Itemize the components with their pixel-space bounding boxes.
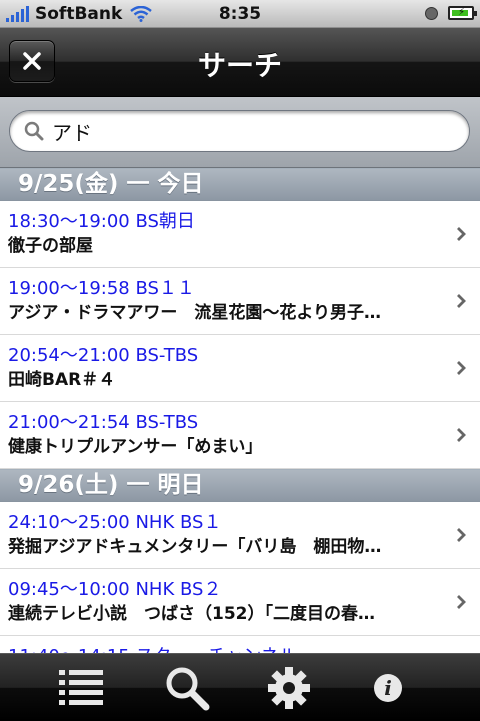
tab-bar: i — [0, 653, 480, 721]
program-time-channel: 19:00〜19:58 BS１１ — [8, 278, 195, 299]
navigation-bar: サーチ — [0, 28, 480, 97]
search-icon — [166, 667, 210, 710]
section-header-tomorrow: 9/26(土) 一 明日 — [0, 469, 480, 502]
battery-icon: ⚡ — [448, 6, 477, 20]
program-title: 健康トリプルアンサー「めまい」 — [8, 437, 263, 457]
chevron-right-icon — [457, 294, 466, 308]
list-item[interactable]: 21:00〜21:54 BS-TBS 健康トリプルアンサー「めまい」 — [0, 402, 480, 469]
list-item[interactable]: 19:00〜19:58 BS１１ アジア・ドラマアワー 流星花園〜花より男子… — [0, 268, 480, 335]
info-icon: i — [374, 673, 402, 702]
chevron-right-icon — [457, 227, 466, 241]
search-icon — [24, 121, 44, 141]
program-time-channel: 18:30〜19:00 BS朝日 — [8, 211, 195, 232]
program-title: アジア・ドラマアワー 流星花園〜花より男子… — [8, 303, 381, 323]
list-item[interactable]: 09:45〜10:00 NHK BS２ 連続テレビ小説 つばさ（152）「二度目… — [0, 569, 480, 636]
search-bar — [0, 97, 480, 168]
program-title: 連続テレビ小説 つばさ（152）「二度目の春… — [8, 604, 375, 624]
search-field[interactable] — [9, 110, 470, 152]
list-item[interactable]: 20:54〜21:00 BS-TBS 田崎BAR＃４ — [0, 335, 480, 402]
program-list[interactable]: 9/25(金) 一 今日 18:30〜19:00 BS朝日 徹子の部屋 19:0… — [0, 168, 480, 653]
program-time-channel: 11:40〜14:15 スター・チャンネル — [8, 642, 297, 653]
program-time-channel: 20:54〜21:00 BS-TBS — [8, 345, 199, 366]
chevron-right-icon — [457, 361, 466, 375]
program-title: 徹子の部屋 — [8, 236, 93, 256]
status-bar: SoftBank 8:35 ⚡ — [0, 0, 480, 28]
chevron-right-icon — [457, 428, 466, 442]
page-title: サーチ — [197, 49, 282, 82]
list-item[interactable]: 11:40〜14:15 スター・チャンネル — [0, 636, 480, 653]
tab-info[interactable]: i — [340, 654, 436, 721]
section-header-today: 9/25(金) 一 今日 — [0, 168, 480, 201]
chevron-right-icon — [457, 595, 466, 609]
program-time-channel: 09:45〜10:00 NHK BS２ — [8, 579, 222, 600]
tab-search[interactable] — [139, 654, 235, 721]
program-title: 発掘アジアドキュメンタリー「バリ島 棚田物… — [8, 537, 382, 557]
program-title: 田崎BAR＃４ — [8, 370, 116, 390]
alarm-icon — [425, 7, 438, 20]
tab-list[interactable] — [34, 654, 130, 721]
program-time-channel: 21:00〜21:54 BS-TBS — [8, 412, 199, 433]
search-input[interactable] — [52, 119, 432, 143]
list-item[interactable]: 24:10〜25:00 NHK BS１ 発掘アジアドキュメンタリー「バリ島 棚田… — [0, 502, 480, 569]
gear-icon — [268, 666, 310, 709]
list-icon — [59, 669, 103, 705]
chevron-right-icon — [457, 528, 466, 542]
tab-settings[interactable] — [241, 654, 337, 721]
list-item[interactable]: 18:30〜19:00 BS朝日 徹子の部屋 — [0, 201, 480, 268]
status-clock: 8:35 — [218, 4, 262, 24]
svg-text:i: i — [384, 676, 392, 700]
program-time-channel: 24:10〜25:00 NHK BS１ — [8, 512, 222, 533]
